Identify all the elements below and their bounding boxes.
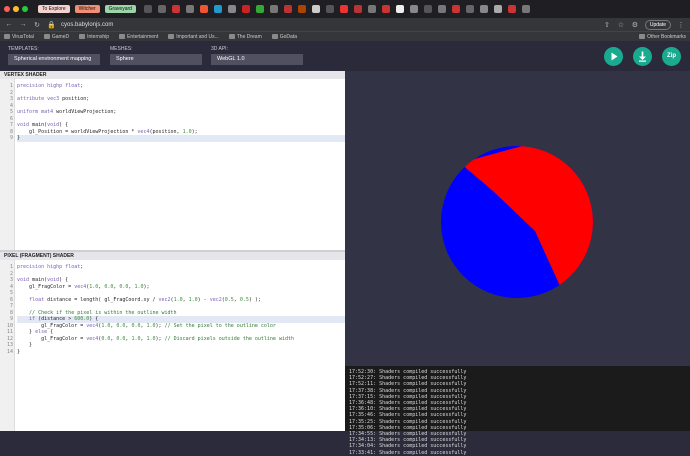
vertex-shader-editor[interactable]: 1 precision highp float; 2 3 attribute vec3… xyxy=(0,79,345,250)
folder-icon xyxy=(639,34,646,39)
meshes-label: MESHES: xyxy=(110,46,133,52)
fragment-code-line[interactable]: precision highp float; xyxy=(17,264,83,271)
folder-icon xyxy=(168,34,175,39)
meshes-select[interactable]: Sphere xyxy=(110,54,202,65)
tab-favicon-icon[interactable] xyxy=(423,5,432,13)
folder-icon xyxy=(43,34,50,39)
fragment-shader-title: PIXEL (FRAGMENT) SHADER xyxy=(0,252,345,260)
lock-icon: 🔒 xyxy=(47,21,56,29)
play-icon xyxy=(611,52,618,61)
console-line: 17:33:41: Shaders compiled successfully xyxy=(349,449,467,456)
close-window-icon[interactable] xyxy=(4,6,10,12)
fragment-code-line[interactable]: } xyxy=(17,349,20,356)
tab-favicon-icon[interactable] xyxy=(521,5,530,13)
bookmark-gamed[interactable]: GameD xyxy=(43,34,69,40)
app-header: TEMPLATES: Spherical environment mapping… xyxy=(0,41,690,71)
reload-icon[interactable]: ↻ xyxy=(33,21,41,29)
line-number: 14 xyxy=(6,348,13,355)
vertex-code-line[interactable]: attribute vec3 position; xyxy=(17,96,89,103)
fragment-code-line[interactable]: gl_FragColor = vec4(1.0, 0.0, 0.0, 1.0);… xyxy=(17,323,276,330)
address-bar: ← → ↻ 🔒 cyos.babylonjs.com ⇧ ☆ ⚙ Update … xyxy=(0,18,690,31)
tab-favicon-icon[interactable] xyxy=(437,5,446,13)
bookmark-important[interactable]: Important and Us... xyxy=(168,34,219,40)
url-field[interactable]: cyos.babylonjs.com xyxy=(61,22,597,28)
tab-favicon-icon[interactable] xyxy=(199,5,208,13)
update-button[interactable]: Update xyxy=(644,19,671,30)
vertex-code-line[interactable]: } xyxy=(17,135,345,142)
tab-favicon-icon[interactable] xyxy=(339,5,348,13)
tab-favicon-icon[interactable] xyxy=(451,5,460,13)
maximize-window-icon[interactable] xyxy=(22,6,28,12)
tab-favicon-icon[interactable] xyxy=(325,5,334,13)
tab-favicon-icon[interactable] xyxy=(157,5,166,13)
fragment-code-line[interactable]: gl_FragColor = vec4(0.0, 0.0, 1.0, 1.0);… xyxy=(17,336,294,343)
tab-favicon-icon[interactable] xyxy=(143,5,152,13)
tab-favicon-icon[interactable] xyxy=(171,5,180,13)
api-select[interactable]: WebGL 1.0 xyxy=(211,54,303,65)
fragment-shader-editor[interactable]: 1 precision highp float; 2 3 void main(void… xyxy=(0,260,345,431)
bookmarks-bar: VirusTotal GameD Internship Entertainmen… xyxy=(0,31,690,41)
tab-favicon-icon[interactable] xyxy=(353,5,362,13)
bookmark-star-icon[interactable]: ☆ xyxy=(617,21,625,29)
tab-favicon-icon[interactable] xyxy=(409,5,418,13)
tab-group-graveyard[interactable]: Graveyard xyxy=(104,5,136,13)
minimize-window-icon[interactable] xyxy=(13,6,19,12)
tab-favicon-icon[interactable] xyxy=(283,5,292,13)
api-label: 3D API: xyxy=(211,46,228,52)
templates-label: TEMPLATES: xyxy=(8,46,39,52)
tab-favicon-icon[interactable] xyxy=(185,5,194,13)
line-number: 9 xyxy=(9,135,13,141)
fragment-code-line[interactable]: float distance = length( gl_FragCoord.xy… xyxy=(17,297,261,304)
share-icon[interactable]: ⇧ xyxy=(603,21,611,29)
sphere-render xyxy=(441,146,593,298)
back-icon[interactable]: ← xyxy=(5,21,13,28)
vertex-code-line[interactable]: precision highp float; xyxy=(17,83,83,90)
browser-tab-strip: To Explore Witcher Graveyard xyxy=(0,0,690,18)
run-button[interactable] xyxy=(604,47,623,66)
bookmark-godata[interactable]: GoData xyxy=(271,34,297,40)
zip-button[interactable]: Zip xyxy=(662,47,681,66)
tab-favicon-icon[interactable] xyxy=(241,5,250,13)
tab-favicon-icon[interactable] xyxy=(479,5,488,13)
tab-group-witcher[interactable]: Witcher xyxy=(74,5,100,13)
other-bookmarks[interactable]: Other Bookmarks xyxy=(639,34,686,40)
console-output: 17:52:30: Shaders compiled successfully 1… xyxy=(345,366,690,456)
tab-favicon-icon[interactable] xyxy=(213,5,222,13)
vertex-shader-title: VERTEX SHADER xyxy=(0,71,345,79)
folder-icon xyxy=(271,34,278,39)
extensions-icon[interactable]: ⚙ xyxy=(631,21,639,29)
tab-favicon-icon[interactable] xyxy=(381,5,390,13)
fragment-code-line[interactable]: gl_FragColor = vec4(1.0, 0.0, 0.0, 1.0); xyxy=(17,284,149,291)
templates-select[interactable]: Spherical environment mapping xyxy=(8,54,100,65)
download-button[interactable] xyxy=(633,47,652,66)
tab-favicon-icon[interactable] xyxy=(507,5,516,13)
bookmark-entertainment[interactable]: Entertainment xyxy=(119,34,158,40)
bookmark-icon xyxy=(4,34,10,39)
folder-icon xyxy=(79,34,86,39)
bookmark-internship[interactable]: Internship xyxy=(79,34,109,40)
download-icon xyxy=(639,51,646,62)
vertex-code-line[interactable]: uniform mat4 worldViewProjection; xyxy=(17,109,116,116)
tab-favicon-icon[interactable] xyxy=(255,5,264,13)
tab-favicon-icon[interactable] xyxy=(269,5,278,13)
tab-favicon-icon[interactable] xyxy=(395,5,404,13)
window-controls xyxy=(4,6,28,12)
bookmark-virustotal[interactable]: VirusTotal xyxy=(4,34,34,40)
tab-favicons xyxy=(141,5,533,13)
bookmark-the-dream[interactable]: The Dream xyxy=(228,34,262,40)
forward-icon[interactable]: → xyxy=(19,21,27,28)
tab-favicon-icon[interactable] xyxy=(493,5,502,13)
tab-favicon-icon[interactable] xyxy=(311,5,320,13)
tab-favicon-icon[interactable] xyxy=(227,5,236,13)
render-canvas[interactable] xyxy=(345,71,690,366)
tab-group-to-explore[interactable]: To Explore xyxy=(38,5,70,13)
folder-icon xyxy=(228,34,235,39)
menu-icon[interactable]: ⋮ xyxy=(677,21,685,29)
tab-favicon-icon[interactable] xyxy=(367,5,376,13)
folder-icon xyxy=(119,34,126,39)
tab-favicon-icon[interactable] xyxy=(465,5,474,13)
tab-favicon-icon[interactable] xyxy=(297,5,306,13)
